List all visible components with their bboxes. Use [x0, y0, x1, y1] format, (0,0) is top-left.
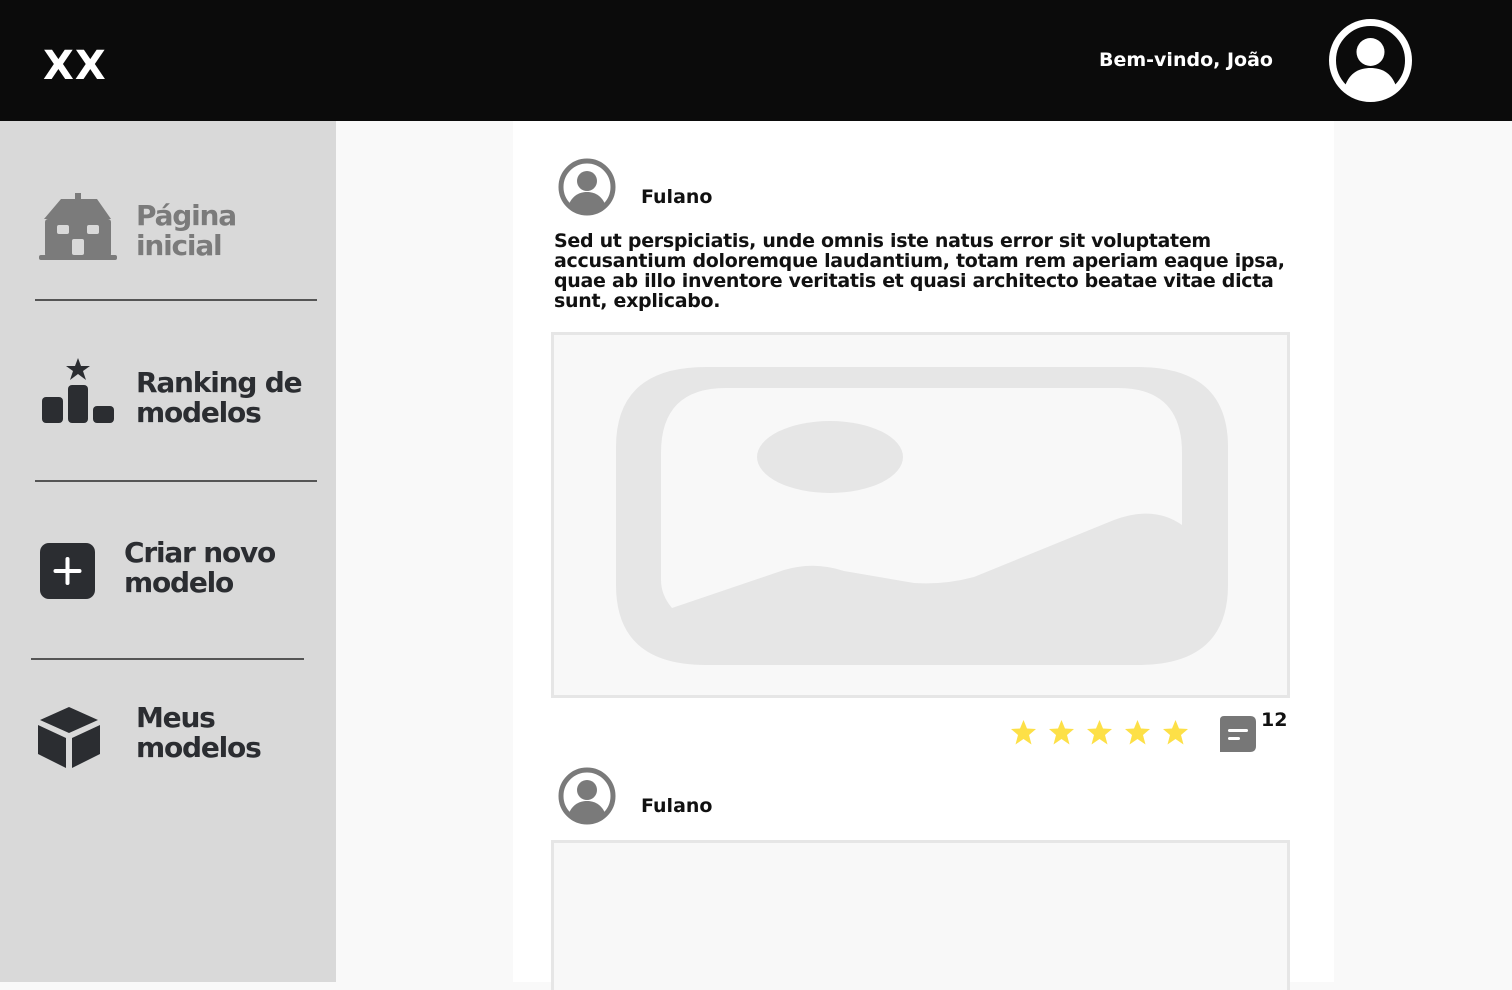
podium-icon [42, 358, 114, 423]
sidebar-item-ranking[interactable]: Ranking de modelos [36, 353, 316, 433]
post-avatar-icon[interactable] [557, 766, 617, 826]
user-avatar-icon[interactable] [1328, 18, 1413, 103]
sidebar-item-label: Meus modelos [136, 701, 262, 764]
star-icon[interactable] [1086, 719, 1113, 746]
sidebar-item-home[interactable]: Página inicial [36, 189, 316, 269]
sidebar-item-my-models[interactable]: Meus modelos [36, 695, 316, 775]
post-avatar-icon[interactable] [557, 157, 617, 217]
app-logo[interactable]: XX [43, 44, 107, 88]
sidebar-divider [31, 658, 304, 660]
sidebar-item-label: Página inicial [136, 199, 237, 262]
post-author[interactable]: Fulano [641, 185, 712, 209]
star-icon[interactable] [1162, 719, 1189, 746]
rating-stars[interactable] [1010, 719, 1189, 746]
star-icon[interactable] [1048, 719, 1075, 746]
house-icon [39, 193, 117, 260]
feed: Fulano Sed ut perspiciatis, unde omnis i… [513, 121, 1334, 990]
comment-icon[interactable] [1218, 714, 1258, 754]
cube-icon [38, 707, 100, 768]
sidebar-divider [35, 299, 317, 301]
post-image[interactable] [551, 840, 1290, 990]
sidebar: Página inicial Ranking de modelos Criar … [0, 121, 336, 982]
sidebar-item-create[interactable]: Criar novo modelo [36, 531, 316, 611]
welcome-message: Bem-vindo, João [1099, 49, 1273, 71]
star-icon[interactable] [1124, 719, 1151, 746]
top-bar: XX Bem-vindo, João [0, 0, 1512, 121]
sidebar-item-label: Ranking de modelos [136, 366, 303, 429]
post-author[interactable]: Fulano [641, 794, 712, 818]
post-image[interactable] [551, 332, 1290, 698]
post-text: Sed ut perspiciatis, unde omnis iste nat… [554, 230, 1285, 312]
plus-square-icon [40, 543, 95, 599]
sidebar-divider [35, 480, 317, 482]
sidebar-item-label: Criar novo modelo [124, 536, 276, 599]
comment-count: 12 [1261, 709, 1288, 731]
star-icon[interactable] [1010, 719, 1037, 746]
image-placeholder-icon [616, 367, 1228, 665]
